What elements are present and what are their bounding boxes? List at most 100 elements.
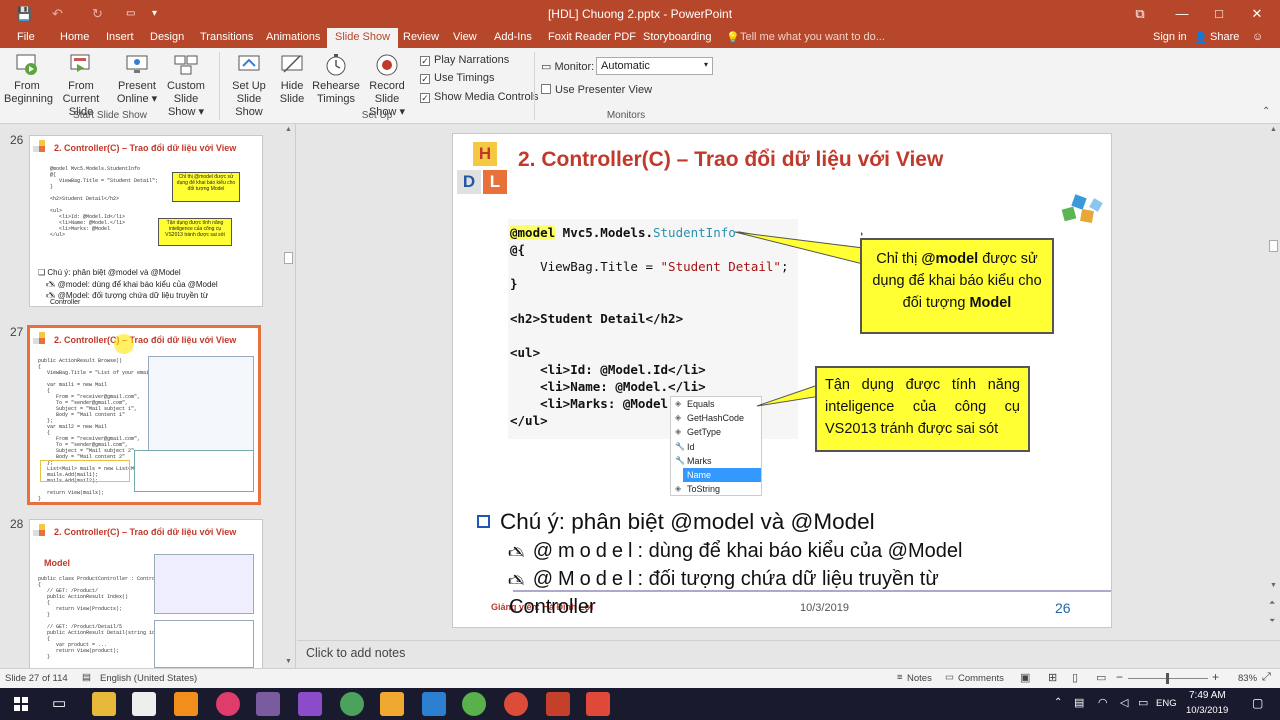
custom-show-label-1: Custom Slide	[167, 80, 205, 105]
close-button[interactable]: ✕	[1244, 4, 1270, 24]
thumbnail-slide-26[interactable]: 2. Controller(C) – Trao đổi dữ liệu với …	[29, 135, 263, 307]
tab-home[interactable]: Home	[60, 31, 89, 43]
action-center-icon[interactable]: ▢	[1252, 696, 1263, 710]
use-timings-checkbox[interactable]: ✓ Use Timings	[420, 72, 495, 84]
tab-design[interactable]: Design	[150, 31, 184, 43]
share-button[interactable]: Share	[1210, 31, 1239, 43]
footer-date: 10/3/2019	[800, 602, 849, 614]
record-label-1: Record Slide	[369, 80, 405, 105]
sublime-text-icon[interactable]	[380, 692, 404, 716]
tab-animations[interactable]: Animations	[266, 31, 320, 43]
monitor-label: ▭ Monitor:	[541, 61, 595, 73]
tab-file[interactable]: File	[17, 31, 35, 43]
spellcheck-icon[interactable]: ▤	[82, 672, 91, 683]
scrollbar-thumb[interactable]	[284, 252, 293, 264]
tab-review[interactable]: Review	[403, 31, 439, 43]
show-media-controls-checkbox[interactable]: ✓ Show Media Controls	[420, 91, 539, 103]
checkbox-checked-icon: ✓	[420, 93, 430, 103]
zoom-in-icon[interactable]: +	[1212, 670, 1219, 684]
windows-start-icon[interactable]	[14, 697, 28, 711]
tab-add-ins[interactable]: Add-Ins	[494, 31, 532, 43]
tools-app-icon[interactable]	[256, 692, 280, 716]
scrollbar-thumb[interactable]	[1269, 240, 1278, 252]
visual-studio-icon[interactable]	[298, 692, 322, 716]
custom-slide-show-button[interactable]: Custom Slide Show ▾	[156, 52, 216, 119]
scroll-up-icon[interactable]: ▲	[1270, 126, 1277, 133]
use-timings-label: Use Timings	[434, 72, 495, 84]
from-current-slide-button[interactable]: From Current Slide	[52, 52, 110, 119]
clock-date[interactable]: 10/3/2019	[1186, 705, 1228, 716]
tab-slide-show[interactable]: Slide Show	[327, 28, 399, 48]
tab-foxit-reader-pdf[interactable]: Foxit Reader PDF	[548, 31, 636, 43]
from-beginning-button[interactable]: From Beginning	[4, 52, 53, 106]
record-slide-show-button[interactable]: Record Slide Show ▾	[356, 52, 418, 119]
notepad-icon[interactable]	[132, 692, 156, 716]
greenshot-icon[interactable]	[462, 692, 486, 716]
camtasia-icon[interactable]	[586, 692, 610, 716]
tab-transitions[interactable]: Transitions	[200, 31, 253, 43]
input-language[interactable]: ENG	[1156, 698, 1177, 709]
present-online-button[interactable]: Present Online ▾	[116, 52, 158, 106]
play-narrations-checkbox[interactable]: ✓ Play Narrations	[420, 54, 509, 66]
previous-slide-icon[interactable]: ⏶	[1269, 598, 1275, 608]
fit-slide-icon[interactable]: ⤢	[1262, 671, 1271, 684]
thumbnail-heading: Model	[44, 558, 70, 568]
next-slide-icon[interactable]: ⏷	[1269, 616, 1275, 626]
scroll-down-icon[interactable]: ▼	[1270, 582, 1277, 589]
intellisense-item: 🔧 Id	[675, 441, 695, 452]
scroll-up-icon[interactable]: ▲	[285, 126, 292, 133]
powerpoint-icon[interactable]	[546, 692, 570, 716]
thumbnail-number: 26	[10, 133, 24, 147]
thumbnails-scrollbar[interactable]: ▲ ▼	[282, 124, 295, 668]
volume-icon[interactable]: ◁	[1120, 696, 1128, 709]
smiley-icon[interactable]: ☺	[1252, 31, 1263, 43]
system-tray-chevron-icon[interactable]: ⌃	[1054, 697, 1062, 708]
thumbnail-slide-28[interactable]: 2. Controller(C) – Trao đổi dữ liệu với …	[29, 519, 263, 669]
zoom-level[interactable]: 83%	[1238, 673, 1257, 684]
scroll-down-icon[interactable]: ▼	[285, 658, 292, 665]
minimize-button[interactable]: —	[1169, 4, 1195, 24]
set-up-slide-show-button[interactable]: Set Up Slide Show	[222, 52, 276, 119]
clock-time[interactable]: 7:49 AM	[1189, 690, 1226, 701]
current-slide[interactable]: H D L 2. Controller(C) – Trao đổi dữ liệ…	[452, 133, 1112, 628]
collapse-ribbon-icon[interactable]: ⌃	[1262, 106, 1270, 117]
hide-slide-button[interactable]: Hide Slide	[276, 52, 308, 106]
notes-toggle-button[interactable]: Notes	[907, 673, 932, 684]
task-view-icon[interactable]: ▭	[52, 694, 66, 712]
intellisense-item-selected: Name	[683, 467, 761, 483]
maximize-button[interactable]: □	[1206, 4, 1232, 24]
thumbnail-slide-27[interactable]: 2. Controller(C) – Trao đổi dữ liệu với …	[27, 325, 261, 505]
chrome-icon[interactable]	[504, 692, 528, 716]
monitor-icon: ▭	[541, 61, 555, 73]
normal-view-icon[interactable]: ▣	[1020, 671, 1030, 684]
tab-storyboarding[interactable]: Storyboarding	[643, 31, 712, 43]
slide-show-view-icon[interactable]: ▭	[1096, 671, 1106, 684]
ribbon-display-options-button[interactable]: ⧉	[1127, 4, 1153, 24]
zoom-slider-thumb[interactable]	[1166, 673, 1169, 684]
android-app-icon[interactable]	[340, 692, 364, 716]
notes-placeholder[interactable]: Click to add notes	[306, 646, 405, 660]
reading-view-icon[interactable]: ▯	[1072, 671, 1078, 684]
use-presenter-view-checkbox[interactable]: Use Presenter View	[541, 84, 652, 96]
tab-insert[interactable]: Insert	[106, 31, 134, 43]
tell-me-search[interactable]: Tell me what you want to do...	[740, 31, 885, 43]
language-indicator[interactable]: English (United States)	[100, 673, 197, 684]
comments-toggle-button[interactable]: Comments	[958, 673, 1004, 684]
sign-in-link[interactable]: Sign in	[1153, 31, 1187, 43]
monitor-select[interactable]: Automatic ▾	[596, 57, 713, 75]
zoom-out-icon[interactable]: −	[1116, 670, 1123, 684]
slide-scrollbar[interactable]: ▲ ▼ ⏶ ⏷	[1267, 124, 1280, 640]
media-app-icon[interactable]	[216, 692, 240, 716]
notes-pane[interactable]: Click to add notes	[297, 640, 1280, 668]
vscode-icon[interactable]	[422, 692, 446, 716]
file-explorer-icon[interactable]	[92, 692, 116, 716]
intellisense-item: ◈ ToString	[675, 484, 721, 495]
network-icon[interactable]: ▤	[1074, 696, 1084, 709]
tab-view[interactable]: View	[453, 31, 477, 43]
slide-sorter-icon[interactable]: ⊞	[1048, 671, 1057, 684]
wifi-icon[interactable]: ◠	[1098, 696, 1108, 709]
title-bar: 💾 ↶ ↻ ▭ ▾ [HDL] Chuong 2.pptx - PowerPoi…	[0, 0, 1280, 28]
battery-icon[interactable]: ▭	[1138, 696, 1148, 709]
xampp-icon[interactable]	[174, 692, 198, 716]
rehearse-timings-button[interactable]: Rehearse Timings	[312, 52, 360, 106]
